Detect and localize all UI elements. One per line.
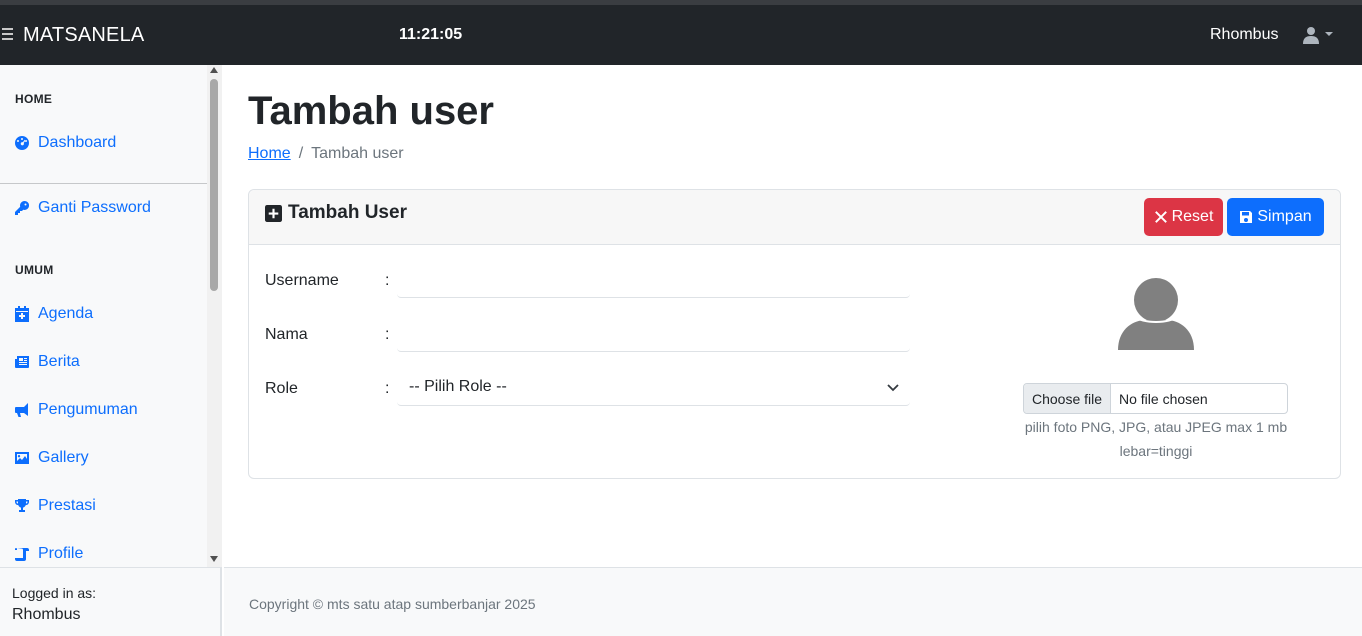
save-button[interactable]: Simpan bbox=[1227, 198, 1324, 236]
close-icon bbox=[1154, 211, 1167, 223]
sidebar-item-label: Prestasi bbox=[38, 497, 96, 514]
copyright-text: Copyright © mts satu atap sumberbanjar 2… bbox=[249, 596, 536, 612]
dashboard-gauge-icon bbox=[15, 136, 29, 150]
sidebar-item-label: Profile bbox=[38, 545, 84, 562]
sidebar-item-label: Berita bbox=[38, 353, 80, 370]
sidebar-menu: HOME Dashboard Ganti Password UMUM Agend… bbox=[0, 65, 207, 567]
key-icon bbox=[15, 200, 30, 215]
megaphone-icon bbox=[15, 403, 28, 417]
logged-in-label: Logged in as: bbox=[12, 585, 97, 601]
sidebar-item-profile[interactable]: Profile bbox=[14, 543, 83, 565]
plus-square-icon bbox=[265, 204, 282, 222]
breadcrumb: Home / Tambah user bbox=[248, 145, 404, 163]
reset-button[interactable]: Reset bbox=[1144, 198, 1223, 236]
breadcrumb-separator: / bbox=[298, 145, 304, 162]
scrollbar-thumb[interactable] bbox=[210, 79, 218, 291]
chevron-down-icon bbox=[887, 384, 899, 392]
sidebar-footer: Logged in as: Rhombus bbox=[0, 567, 220, 636]
hamburger-icon[interactable] bbox=[2, 23, 16, 47]
floppy-disk-icon bbox=[1240, 211, 1253, 223]
reset-label: Reset bbox=[1171, 208, 1214, 225]
scroll-down-arrow-icon[interactable] bbox=[210, 556, 218, 562]
sidebar-item-label: Pengumuman bbox=[38, 401, 138, 418]
sidebar-heading-home: HOME bbox=[15, 92, 53, 106]
role-label: Role bbox=[265, 380, 298, 397]
page-title: Tambah user bbox=[248, 89, 494, 133]
sidebar-item-label: Gallery bbox=[38, 449, 89, 466]
navbar-username: Rhombus bbox=[1210, 26, 1279, 43]
top-navbar: MATSANELA 11:21:05 Rhombus bbox=[0, 5, 1362, 65]
role-colon: : bbox=[385, 380, 390, 397]
card-title-text: Tambah User bbox=[288, 202, 407, 223]
sidebar-item-label: Agenda bbox=[38, 305, 94, 322]
choose-file-button[interactable]: Choose file bbox=[1024, 384, 1111, 413]
scroll-icon bbox=[15, 548, 29, 561]
sidebar-heading-umum: UMUM bbox=[15, 263, 54, 277]
sidebar: HOME Dashboard Ganti Password UMUM Agend… bbox=[0, 65, 222, 636]
clock: 11:21:05 bbox=[399, 26, 463, 43]
username-input[interactable] bbox=[397, 261, 910, 298]
username-label: Username bbox=[265, 272, 339, 289]
sidebar-item-pengumuman[interactable]: Pengumuman bbox=[14, 399, 138, 421]
add-user-card: Tambah User Reset Simpan Username : Nama… bbox=[248, 189, 1341, 479]
sidebar-item-label: Ganti Password bbox=[38, 199, 151, 216]
nama-input[interactable] bbox=[397, 315, 910, 352]
sidebar-divider bbox=[0, 183, 207, 184]
sidebar-item-agenda[interactable]: Agenda bbox=[14, 303, 93, 325]
sidebar-item-label: Dashboard bbox=[38, 134, 117, 151]
sidebar-item-berita[interactable]: Berita bbox=[14, 351, 80, 373]
photo-help-text: pilih foto PNG, JPG, atau JPEG max 1 mb bbox=[1024, 419, 1288, 435]
nama-colon: : bbox=[385, 326, 390, 343]
sidebar-item-gallery[interactable]: Gallery bbox=[14, 447, 89, 469]
trophy-icon bbox=[14, 499, 30, 512]
scroll-up-arrow-icon[interactable] bbox=[210, 67, 218, 73]
username-colon: : bbox=[385, 272, 390, 289]
sidebar-item-dashboard[interactable]: Dashboard bbox=[14, 132, 116, 154]
user-dropdown-toggle[interactable] bbox=[1300, 25, 1336, 47]
photo-ratio-hint: lebar=tinggi bbox=[1119, 443, 1193, 459]
photo-file-input[interactable]: Choose file No file chosen bbox=[1023, 383, 1288, 414]
main-content: Tambah user Home / Tambah user Tambah Us… bbox=[224, 65, 1362, 567]
page-footer: Copyright © mts satu atap sumberbanjar 2… bbox=[224, 567, 1362, 636]
sidebar-item-ganti-password[interactable]: Ganti Password bbox=[14, 197, 151, 219]
chevron-down-icon bbox=[1325, 32, 1333, 36]
card-title: Tambah User bbox=[265, 202, 407, 224]
nama-label: Nama bbox=[265, 326, 308, 343]
breadcrumb-current: Tambah user bbox=[311, 145, 404, 162]
brand-name[interactable]: MATSANELA bbox=[23, 24, 144, 47]
card-header: Tambah User Reset Simpan bbox=[249, 190, 1340, 245]
image-icon bbox=[15, 452, 29, 464]
file-status-text: No file chosen bbox=[1119, 390, 1208, 407]
role-selected-value: -- Pilih Role -- bbox=[409, 378, 507, 395]
role-select[interactable]: -- Pilih Role -- bbox=[397, 369, 910, 406]
sidebar-item-prestasi[interactable]: Prestasi bbox=[14, 495, 96, 517]
calendar-plus-icon bbox=[15, 306, 29, 322]
breadcrumb-home-link[interactable]: Home bbox=[248, 145, 291, 163]
sidebar-scrollbar[interactable] bbox=[207, 65, 222, 567]
save-label: Simpan bbox=[1257, 208, 1312, 225]
newspaper-icon bbox=[15, 356, 29, 368]
user-icon bbox=[1303, 27, 1319, 44]
avatar-placeholder-icon bbox=[1118, 277, 1194, 350]
logged-in-user: Rhombus bbox=[12, 606, 81, 623]
